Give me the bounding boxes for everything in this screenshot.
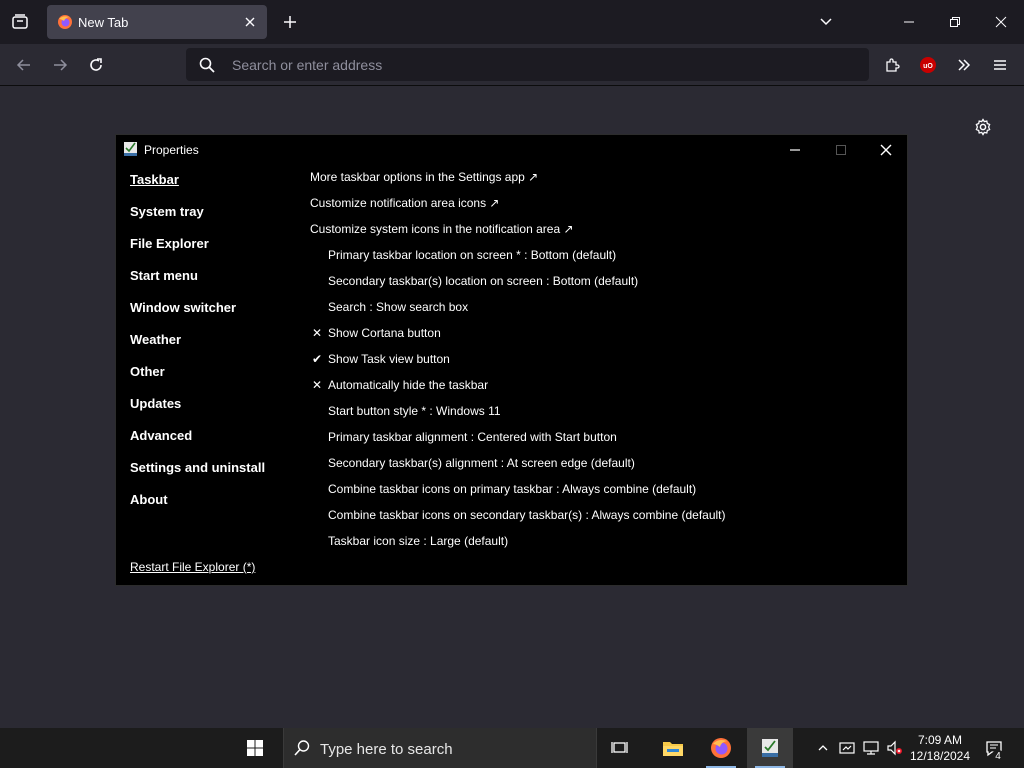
setting-label: Primary taskbar location on screen * : B… xyxy=(328,248,617,262)
settings-app-link[interactable]: More taskbar options in the Settings app… xyxy=(310,169,890,195)
tab-list-icon[interactable] xyxy=(6,8,34,36)
setting-label: Primary taskbar alignment : Centered wit… xyxy=(328,430,617,444)
sidebar-item-window-switcher[interactable]: Window switcher xyxy=(130,300,290,332)
back-arrow-icon[interactable] xyxy=(11,52,37,78)
reload-icon[interactable] xyxy=(83,52,109,78)
window-title: Properties xyxy=(144,143,199,157)
properties-taskbar-icon[interactable] xyxy=(747,728,793,768)
extensions-icon[interactable] xyxy=(879,52,905,78)
setting-label: Customize system icons in the notificati… xyxy=(310,222,574,236)
setting-cortana-toggle[interactable]: ✕ Show Cortana button xyxy=(310,325,890,351)
file-explorer-icon[interactable] xyxy=(650,728,696,768)
setting-start-button-style[interactable]: Start button style * : Windows 11 xyxy=(310,403,890,429)
cross-mark-icon: ✕ xyxy=(311,378,323,392)
setting-search[interactable]: Search : Show search box xyxy=(310,299,890,325)
gear-icon[interactable] xyxy=(971,115,995,139)
overflow-icon[interactable] xyxy=(951,52,977,78)
sidebar-item-advanced[interactable]: Advanced xyxy=(130,428,290,460)
firefox-icon xyxy=(57,14,73,30)
sidebar-item-system-tray[interactable]: System tray xyxy=(130,204,290,236)
svg-text:uO: uO xyxy=(923,63,933,70)
setting-label: More taskbar options in the Settings app… xyxy=(310,170,539,184)
taskbar-search-box[interactable] xyxy=(283,728,597,768)
browser-tab[interactable]: New Tab xyxy=(47,5,267,39)
sidebar-item-file-explorer[interactable]: File Explorer xyxy=(130,236,290,268)
clock-date: 12/18/2024 xyxy=(909,749,971,763)
notification-icons-link[interactable]: Customize notification area icons ↗ xyxy=(310,195,890,221)
checkmark-icon: ✔ xyxy=(311,352,323,366)
setting-autohide-toggle[interactable]: ✕ Automatically hide the taskbar xyxy=(310,377,890,403)
hamburger-menu-icon[interactable] xyxy=(987,52,1013,78)
cross-mark-icon: ✕ xyxy=(311,326,323,340)
network-status-icon[interactable] xyxy=(836,728,858,768)
windows-start-icon[interactable] xyxy=(236,728,274,768)
volume-muted-icon[interactable] xyxy=(884,728,906,768)
setting-label: Search : Show search box xyxy=(328,300,469,314)
setting-label: Show Cortana button xyxy=(328,326,441,340)
setting-combine-secondary[interactable]: Combine taskbar icons on secondary taskb… xyxy=(310,507,890,533)
forward-arrow-icon[interactable] xyxy=(47,52,73,78)
display-icon[interactable] xyxy=(860,728,882,768)
address-input[interactable] xyxy=(230,54,834,76)
notification-count-badge: 4 xyxy=(991,750,1005,764)
ublock-icon[interactable]: uO xyxy=(915,52,941,78)
system-clock[interactable]: 7:09 AM 12/18/2024 xyxy=(904,732,976,764)
close-icon[interactable] xyxy=(871,139,901,161)
setting-label: Combine taskbar icons on primary taskbar… xyxy=(328,482,697,496)
close-tab-icon[interactable] xyxy=(241,13,259,31)
search-icon xyxy=(292,738,312,758)
setting-label: Automatically hide the taskbar xyxy=(328,378,489,392)
restart-file-explorer-link[interactable]: Restart File Explorer (*) xyxy=(130,560,255,574)
setting-label: Secondary taskbar(s) location on screen … xyxy=(328,274,639,288)
window-titlebar[interactable]: Properties xyxy=(116,135,907,165)
setting-label: Customize notification area icons ↗ xyxy=(310,196,500,210)
sidebar-item-start-menu[interactable]: Start menu xyxy=(130,268,290,300)
firefox-taskbar-icon[interactable] xyxy=(698,728,744,768)
setting-label: Combine taskbar icons on secondary taskb… xyxy=(328,508,726,522)
setting-secondary-location[interactable]: Secondary taskbar(s) location on screen … xyxy=(310,273,890,299)
setting-primary-location[interactable]: Primary taskbar location on screen * : B… xyxy=(310,247,890,273)
clock-time: 7:09 AM xyxy=(917,733,963,747)
setting-label: Show Task view button xyxy=(328,352,450,366)
setting-label: Start button style * : Windows 11 xyxy=(328,404,501,418)
navigation-toolbar: uO xyxy=(0,44,1024,86)
setting-combine-primary[interactable]: Combine taskbar icons on primary taskbar… xyxy=(310,481,890,507)
task-view-icon[interactable] xyxy=(598,728,644,768)
setting-label: Secondary taskbar(s) alignment : At scre… xyxy=(328,456,635,470)
setting-primary-alignment[interactable]: Primary taskbar alignment : Centered wit… xyxy=(310,429,890,455)
properties-window: Properties Taskbar System tray File Expl… xyxy=(115,134,908,586)
new-tab-plus-icon[interactable] xyxy=(278,8,302,36)
close-window-icon[interactable] xyxy=(984,8,1018,36)
sidebar-item-settings-and-uninstall[interactable]: Settings and uninstall xyxy=(130,460,290,492)
setting-task-view-toggle[interactable]: ✔ Show Task view button xyxy=(310,351,890,377)
search-icon xyxy=(198,56,216,74)
tab-title: New Tab xyxy=(78,15,129,30)
taskbar-search-input[interactable] xyxy=(318,738,582,760)
sidebar-item-updates[interactable]: Updates xyxy=(130,396,290,428)
minimize-icon[interactable] xyxy=(892,8,926,36)
sidebar-item-weather[interactable]: Weather xyxy=(130,332,290,364)
windows-taskbar: 7:09 AM 12/18/2024 4 xyxy=(0,728,1024,768)
sidebar-item-other[interactable]: Other xyxy=(130,364,290,396)
taskbar-settings-list: More taskbar options in the Settings app… xyxy=(310,169,890,559)
sidebar-item-taskbar[interactable]: Taskbar xyxy=(130,172,290,204)
restore-icon[interactable] xyxy=(938,8,972,36)
sidebar-item-about[interactable]: About xyxy=(130,492,290,524)
setting-label: Taskbar icon size : Large (default) xyxy=(328,534,509,548)
properties-app-icon xyxy=(123,141,139,157)
setting-secondary-alignment[interactable]: Secondary taskbar(s) alignment : At scre… xyxy=(310,455,890,481)
chevron-down-icon[interactable] xyxy=(814,8,838,36)
maximize-icon[interactable] xyxy=(826,139,856,161)
settings-sidebar: Taskbar System tray File Explorer Start … xyxy=(130,172,290,524)
address-bar[interactable] xyxy=(186,48,869,81)
minimize-icon[interactable] xyxy=(780,139,810,161)
chevron-up-icon[interactable] xyxy=(812,728,834,768)
tab-strip: New Tab xyxy=(0,0,1024,44)
setting-icon-size[interactable]: Taskbar icon size : Large (default) xyxy=(310,533,890,559)
system-icons-link[interactable]: Customize system icons in the notificati… xyxy=(310,221,890,247)
